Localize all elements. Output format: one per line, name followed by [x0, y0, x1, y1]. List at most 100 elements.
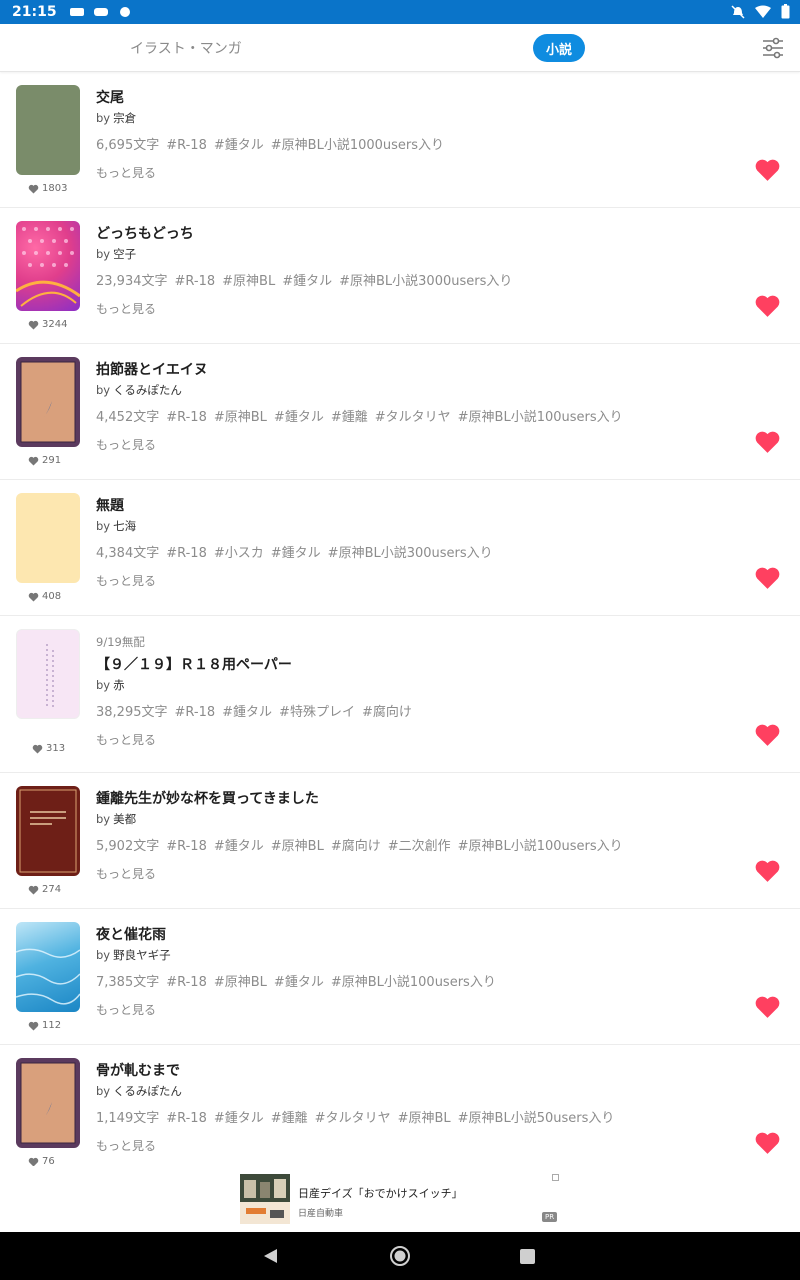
tag[interactable]: #原神BL小説100users入り	[331, 975, 496, 990]
tag[interactable]: #R-18	[175, 705, 216, 720]
see-more-link[interactable]: もっと見る	[96, 300, 156, 317]
filter-icon[interactable]	[761, 36, 785, 60]
tag[interactable]: #原神BL	[214, 410, 267, 425]
recent-apps-icon[interactable]	[520, 1249, 535, 1264]
author-name[interactable]: くるみぽたん	[113, 383, 182, 397]
novel-author[interactable]: by 美都	[96, 811, 136, 827]
bookmark-heart-icon[interactable]	[754, 158, 781, 182]
novel-cover[interactable]	[16, 1058, 80, 1148]
novel-author[interactable]: by 赤	[96, 677, 125, 693]
tab-novel[interactable]: 小説	[533, 34, 585, 62]
bookmark-heart-icon[interactable]	[754, 1131, 781, 1155]
tag[interactable]: #原神BL	[271, 839, 324, 854]
tag[interactable]: #原神BL小説50users入り	[458, 1111, 615, 1126]
see-more-link[interactable]: もっと見る	[96, 1137, 156, 1154]
tag[interactable]: #タルタリヤ	[315, 1111, 391, 1126]
novel-cover[interactable]	[16, 629, 80, 719]
tag[interactable]: #鍾タル	[214, 839, 264, 854]
author-name[interactable]: 赤	[113, 678, 125, 692]
tag[interactable]: #原神BL小説1000users入り	[271, 138, 444, 153]
tag[interactable]: #R-18	[166, 1111, 207, 1126]
novel-author[interactable]: by くるみぽたん	[96, 1083, 182, 1099]
bookmark-heart-icon[interactable]	[754, 566, 781, 590]
ad-title[interactable]: 日産デイズ「おでかけスイッチ」	[298, 1185, 463, 1201]
novel-item[interactable]: 1803 交尾 by 宗倉 6,695文字 #R-18 #鍾タル #原神BL小説1000…	[0, 72, 800, 208]
tag[interactable]: #腐向け	[331, 839, 381, 854]
tag[interactable]: #鍾離	[271, 1111, 308, 1126]
author-name[interactable]: 空子	[113, 247, 136, 261]
novel-item[interactable]: 112 夜と催花雨 by 野良ヤギ子 7,385文字 #R-18 #原神BL #鍾タル #…	[0, 909, 800, 1045]
tag[interactable]: #鍾タル	[214, 138, 264, 153]
novel-author[interactable]: by 空子	[96, 246, 136, 262]
novel-cover[interactable]	[16, 786, 80, 876]
tag[interactable]: #R-18	[166, 546, 207, 561]
novel-title[interactable]: 【９／１９】Ｒ１８用ペーパー	[96, 654, 292, 674]
author-name[interactable]: 七海	[113, 519, 136, 533]
novel-title[interactable]: 鍾離先生が妙な杯を買ってきました	[96, 788, 319, 808]
novel-author[interactable]: by くるみぽたん	[96, 382, 182, 398]
novel-title[interactable]: 無題	[96, 495, 124, 515]
novel-author[interactable]: by 宗倉	[96, 110, 136, 126]
tag[interactable]: #原神BL	[222, 274, 275, 289]
novel-title[interactable]: どっちもどっち	[96, 223, 194, 243]
tag[interactable]: #原神BL小説3000users入り	[339, 274, 512, 289]
novel-cover[interactable]	[16, 221, 80, 311]
back-icon[interactable]	[263, 1248, 278, 1264]
ad-info-icon[interactable]	[552, 1174, 559, 1181]
tab-illust-manga[interactable]: イラスト・マンガ	[130, 38, 242, 58]
novel-item[interactable]: 274 鍾離先生が妙な杯を買ってきました by 美都 5,902文字 #R-18 #鍾…	[0, 773, 800, 909]
home-icon[interactable]	[389, 1245, 411, 1267]
see-more-link[interactable]: もっと見る	[96, 731, 156, 748]
tag[interactable]: #タルタリヤ	[375, 410, 451, 425]
tag[interactable]: #小スカ	[214, 546, 264, 561]
ad-image[interactable]	[240, 1174, 290, 1224]
see-more-link[interactable]: もっと見る	[96, 436, 156, 453]
bookmark-heart-icon[interactable]	[754, 723, 781, 747]
ad-banner[interactable]: 日産デイズ「おでかけスイッチ」 日産自動車 PR	[0, 1166, 800, 1232]
tag[interactable]: #R-18	[166, 410, 207, 425]
novel-item[interactable]: 76 骨が軋むまで by くるみぽたん 1,149文字 #R-18 #鍾タル #鍾離 #タ…	[0, 1045, 800, 1166]
author-name[interactable]: くるみぽたん	[113, 1084, 182, 1098]
novel-cover[interactable]	[16, 85, 80, 175]
tag[interactable]: #腐向け	[362, 705, 412, 720]
novel-author[interactable]: by 七海	[96, 518, 136, 534]
tag[interactable]: #原神BL小説100users入り	[458, 410, 623, 425]
see-more-link[interactable]: もっと見る	[96, 572, 156, 589]
tag[interactable]: #鍾離	[331, 410, 368, 425]
tag[interactable]: #R-18	[175, 274, 216, 289]
novel-title[interactable]: 交尾	[96, 87, 124, 107]
novel-title[interactable]: 夜と催花雨	[96, 924, 166, 944]
novel-item[interactable]: 3244 どっちもどっち by 空子 23,934文字 #R-18 #原神BL #鍾タル…	[0, 208, 800, 344]
novel-item[interactable]: 408 無題 by 七海 4,384文字 #R-18 #小スカ #鍾タル #原神BL小説3…	[0, 480, 800, 616]
novel-cover[interactable]	[16, 357, 80, 447]
tag[interactable]: #二次創作	[388, 839, 451, 854]
tag[interactable]: #R-18	[166, 138, 207, 153]
tag[interactable]: #鍾タル	[214, 1111, 264, 1126]
bookmark-heart-icon[interactable]	[754, 859, 781, 883]
novel-title[interactable]: 拍節器とイエイヌ	[96, 359, 208, 379]
see-more-link[interactable]: もっと見る	[96, 865, 156, 882]
novel-cover[interactable]	[16, 493, 80, 583]
tag[interactable]: #鍾タル	[274, 410, 324, 425]
tag[interactable]: #鍾タル	[282, 274, 332, 289]
see-more-link[interactable]: もっと見る	[96, 1001, 156, 1018]
tag[interactable]: #R-18	[166, 839, 207, 854]
tag[interactable]: #原神BL	[398, 1111, 451, 1126]
novel-author[interactable]: by 野良ヤギ子	[96, 947, 171, 963]
tag[interactable]: #原神BL小説300users入り	[328, 546, 493, 561]
bookmark-heart-icon[interactable]	[754, 995, 781, 1019]
tag[interactable]: #鍾タル	[222, 705, 272, 720]
novel-item[interactable]: 313 9/19無配 【９／１９】Ｒ１８用ペーパー by 赤 38,295文字 #R…	[0, 616, 800, 773]
tag[interactable]: #鍾タル	[274, 975, 324, 990]
bookmark-heart-icon[interactable]	[754, 430, 781, 454]
novel-title[interactable]: 骨が軋むまで	[96, 1060, 180, 1080]
tag[interactable]: #原神BL	[214, 975, 267, 990]
author-name[interactable]: 美都	[113, 812, 136, 826]
see-more-link[interactable]: もっと見る	[96, 164, 156, 181]
tag[interactable]: #鍾タル	[271, 546, 321, 561]
novel-item[interactable]: 291 拍節器とイエイヌ by くるみぽたん 4,452文字 #R-18 #原神BL #…	[0, 344, 800, 480]
tag[interactable]: #原神BL小説100users入り	[458, 839, 623, 854]
tag[interactable]: #特殊プレイ	[279, 705, 355, 720]
tag[interactable]: #R-18	[166, 975, 207, 990]
author-name[interactable]: 野良ヤギ子	[113, 948, 171, 962]
